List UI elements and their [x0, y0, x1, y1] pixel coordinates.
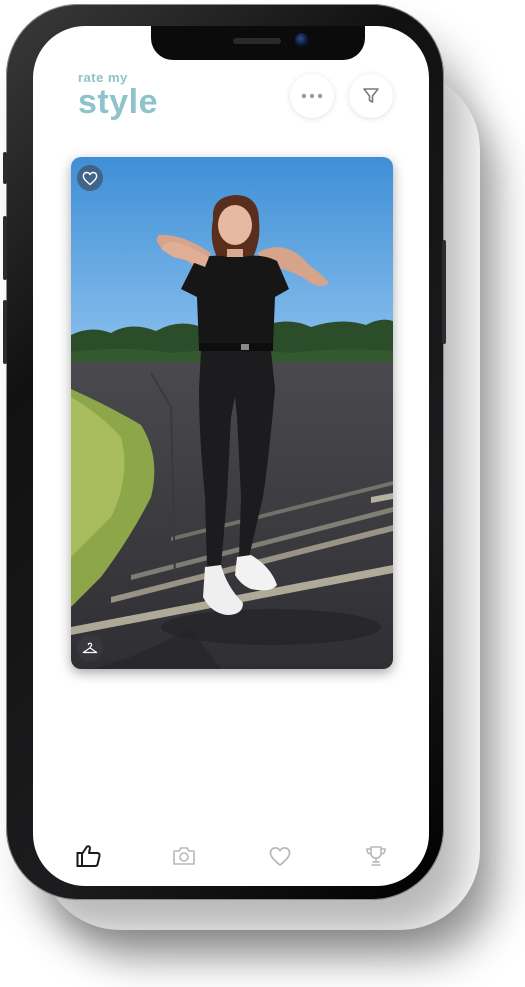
filter-icon	[363, 88, 379, 103]
hanger-icon	[82, 642, 98, 653]
app-screen: rate my style	[33, 26, 429, 886]
tab-ranking[interactable]	[356, 838, 396, 874]
favorite-button[interactable]	[77, 165, 103, 191]
volume-down-button	[3, 300, 7, 364]
front-camera	[295, 33, 309, 47]
filter-button[interactable]	[349, 74, 393, 118]
logo-wordmark: style	[78, 83, 158, 121]
tab-upload[interactable]	[164, 838, 204, 874]
bottom-tab-bar	[33, 838, 429, 878]
more-horizontal-icon	[301, 93, 323, 99]
tab-rate[interactable]	[69, 838, 109, 874]
camera-icon	[173, 847, 195, 865]
heart-icon	[82, 171, 98, 185]
notch	[151, 26, 365, 60]
earpiece-speaker	[233, 38, 281, 44]
outfit-photo	[71, 157, 393, 669]
more-button[interactable]	[290, 74, 334, 118]
mute-switch	[3, 152, 7, 184]
power-button	[442, 240, 446, 344]
heart-icon	[269, 846, 291, 866]
trophy-icon	[366, 846, 386, 866]
outfit-photo-card[interactable]	[71, 157, 393, 669]
volume-up-button	[3, 216, 7, 280]
category-badge[interactable]	[77, 635, 103, 661]
thumbs-up-icon	[76, 845, 101, 867]
app-logo: rate my style	[78, 71, 158, 120]
tab-favorites[interactable]	[260, 838, 300, 874]
phone-frame: rate my style	[3, 4, 446, 900]
